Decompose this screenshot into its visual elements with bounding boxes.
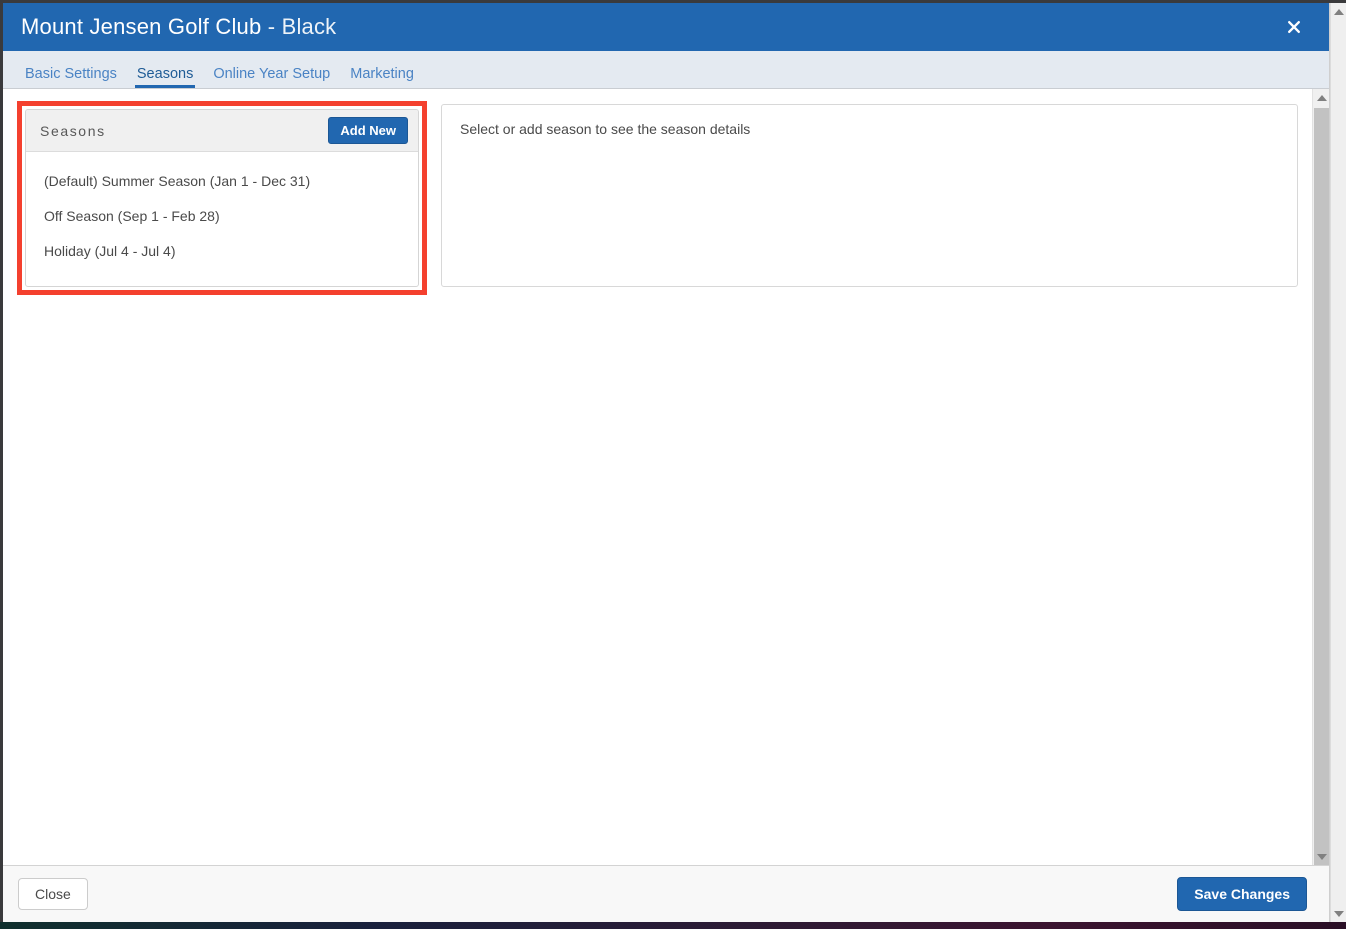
seasons-panel-title: Seasons [40, 122, 106, 139]
dialog-footer: Close Save Changes [3, 865, 1329, 922]
scroll-down-arrow-icon[interactable] [1313, 848, 1329, 865]
dialog-title-suffix: Black [281, 14, 337, 39]
save-changes-button[interactable]: Save Changes [1177, 877, 1307, 911]
dialog-title: Mount Jensen Golf Club - Black [21, 16, 336, 38]
season-details-placeholder: Select or add season to see the season d… [460, 121, 751, 137]
scroll-up-arrow-icon[interactable] [1331, 3, 1346, 20]
dialog-body-scrollbar-thumb[interactable] [1314, 108, 1329, 865]
scroll-up-arrow-icon[interactable] [1313, 89, 1329, 106]
tab-seasons[interactable]: Seasons [127, 66, 203, 89]
list-item[interactable]: Off Season (Sep 1 - Feb 28) [26, 199, 418, 234]
dialog-title-separator: - [261, 14, 282, 39]
panels-row: Seasons Add New (Default) Summer Season … [17, 101, 1298, 296]
list-item[interactable]: Holiday (Jul 4 - Jul 4) [26, 234, 418, 269]
season-details-panel: Select or add season to see the season d… [441, 104, 1298, 287]
close-button[interactable]: Close [18, 878, 88, 910]
tab-marketing[interactable]: Marketing [340, 66, 424, 89]
settings-dialog: Mount Jensen Golf Club - Black Basic Set… [3, 3, 1330, 922]
dialog-title-bar: Mount Jensen Golf Club - Black [3, 3, 1329, 51]
seasons-panel: Seasons Add New (Default) Summer Season … [25, 109, 419, 288]
dialog-body-scrollbar[interactable] [1312, 89, 1329, 865]
seasons-panel-header: Seasons Add New [26, 110, 418, 152]
seasons-panel-highlight: Seasons Add New (Default) Summer Season … [17, 101, 427, 296]
scroll-down-arrow-icon[interactable] [1331, 905, 1346, 922]
add-new-season-button[interactable]: Add New [328, 117, 408, 144]
close-icon[interactable] [1281, 14, 1307, 40]
list-item[interactable]: (Default) Summer Season (Jan 1 - Dec 31) [26, 164, 418, 199]
tab-strip: Basic Settings Seasons Online Year Setup… [3, 51, 1329, 89]
tab-online-year-setup[interactable]: Online Year Setup [203, 66, 340, 89]
tab-basic-settings[interactable]: Basic Settings [15, 66, 127, 89]
window-chrome-bottom-edge [0, 922, 1346, 929]
dialog-title-main: Mount Jensen Golf Club [21, 14, 262, 39]
dialog-content-area: Seasons Add New (Default) Summer Season … [3, 89, 1312, 865]
application-root: Mount Jensen Golf Club - Black Basic Set… [0, 0, 1346, 929]
page-scrollbar[interactable] [1330, 3, 1346, 922]
seasons-list: (Default) Summer Season (Jan 1 - Dec 31)… [26, 152, 418, 286]
dialog-body: Seasons Add New (Default) Summer Season … [3, 89, 1329, 865]
